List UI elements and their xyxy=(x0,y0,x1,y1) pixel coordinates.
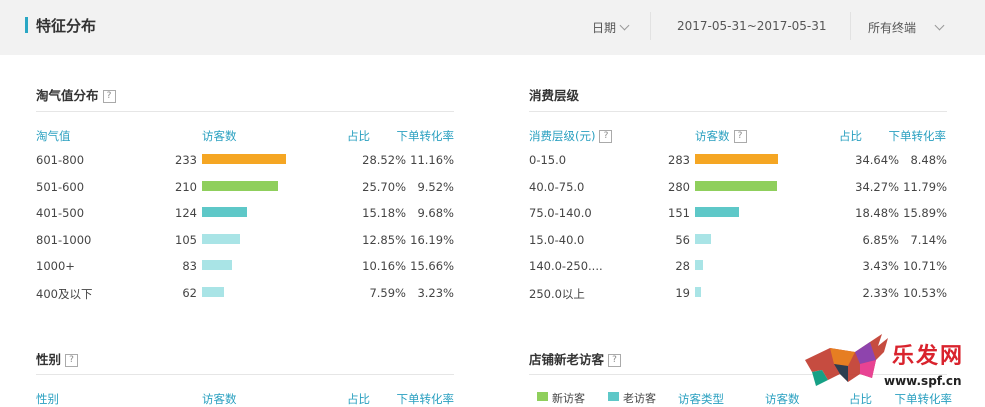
col-header-consume-level: 消费层级(元)? xyxy=(529,128,613,144)
row-label: 401-500 xyxy=(36,206,85,220)
row-conversion: 3.23% xyxy=(417,285,454,300)
row-visitors: 124 xyxy=(175,206,197,220)
col-header-visitors: 访客数? xyxy=(695,128,747,144)
row-conversion: 15.89% xyxy=(903,206,947,220)
date-range[interactable]: 2017-05-31~2017-05-31 xyxy=(677,19,827,33)
row-bar xyxy=(202,154,286,164)
col-header-visitors-text: 访客数 xyxy=(695,129,730,143)
consume-section-title: 消费层级 xyxy=(529,88,580,103)
date-dropdown-label: 日期 xyxy=(592,21,617,35)
row-visitors: 83 xyxy=(182,259,197,273)
row-label: 501-600 xyxy=(36,179,85,194)
row-conversion: 15.66% xyxy=(410,259,454,273)
col-header-share: 占比 xyxy=(347,129,370,143)
row-label: 400及以下 xyxy=(36,286,93,301)
legend-swatch-old xyxy=(608,392,619,401)
row-visitors: 19 xyxy=(675,285,690,300)
row-visitors: 105 xyxy=(175,232,197,247)
terminal-dropdown-label: 所有终端 xyxy=(868,21,917,35)
row-label: 75.0-140.0 xyxy=(529,206,592,220)
row-conversion: 9.52% xyxy=(417,179,454,194)
help-icon[interactable]: ? xyxy=(733,130,747,143)
row-label: 140.0-250.... xyxy=(529,259,603,273)
col-header-consume-level-text: 消费层级(元) xyxy=(529,129,596,143)
col-header-conversion: 下单转化率 xyxy=(888,129,947,143)
watermark-url: www.spf.cn xyxy=(884,374,962,388)
row-conversion: 10.53% xyxy=(903,285,947,300)
help-icon[interactable]: ? xyxy=(608,354,622,367)
col-header-visitors: 访客数 xyxy=(202,129,237,143)
col-header-share: 占比 xyxy=(347,392,370,406)
col-header-gender: 性别 xyxy=(36,392,59,406)
col-header-conversion: 下单转化率 xyxy=(396,392,455,406)
row-conversion: 10.71% xyxy=(903,259,947,273)
col-header-visitor-type: 访客类型 xyxy=(678,392,724,406)
row-bar xyxy=(202,286,224,297)
divider xyxy=(850,12,851,40)
row-visitors: 62 xyxy=(182,285,197,300)
row-conversion: 8.48% xyxy=(910,153,947,167)
chevron-down-icon xyxy=(619,20,630,31)
row-label: 1000+ xyxy=(36,259,75,273)
page-title: 特征分布 xyxy=(36,17,97,35)
row-label: 601-800 xyxy=(36,153,85,167)
row-bar xyxy=(202,207,247,217)
col-header-conversion: 下单转化率 xyxy=(396,129,455,143)
row-bar xyxy=(202,180,278,191)
help-icon[interactable]: ? xyxy=(102,90,116,103)
gender-section-title: 性别? xyxy=(36,349,79,368)
gender-title-text: 性别 xyxy=(36,352,62,367)
col-header-taoqi: 淘气值 xyxy=(36,129,71,143)
row-bar xyxy=(695,260,703,270)
legend-new-label: 新访客 xyxy=(552,392,585,405)
row-conversion: 11.16% xyxy=(410,153,454,167)
row-visitors: 56 xyxy=(675,232,690,247)
row-visitors: 151 xyxy=(668,206,690,220)
row-label: 40.0-75.0 xyxy=(529,179,585,194)
col-header-share: 占比 xyxy=(839,129,862,143)
row-visitors: 280 xyxy=(668,179,690,194)
section-divider xyxy=(36,374,454,375)
row-bar xyxy=(202,233,240,244)
col-header-visitors: 访客数 xyxy=(202,392,237,406)
header-bar: 特征分布 日期 2017-05-31~2017-05-31 所有终端 xyxy=(0,0,985,55)
row-label: 801-1000 xyxy=(36,232,92,247)
terminal-dropdown[interactable]: 所有终端 xyxy=(868,19,945,36)
row-conversion: 7.14% xyxy=(910,232,947,247)
legend-old-label: 老访客 xyxy=(623,392,656,405)
visitor-type-section-title: 店铺新老访客? xyxy=(529,349,622,368)
row-label: 250.0以上 xyxy=(529,286,585,301)
row-visitors: 210 xyxy=(175,179,197,194)
divider xyxy=(650,12,651,40)
row-visitors: 28 xyxy=(675,259,690,273)
row-conversion: 9.68% xyxy=(417,206,454,220)
col-header-visitors: 访客数 xyxy=(765,392,800,406)
taoqi-title-text: 淘气值分布 xyxy=(36,88,99,103)
legend-swatch-new xyxy=(537,392,548,401)
help-icon[interactable]: ? xyxy=(599,130,613,143)
row-bar xyxy=(695,207,739,217)
watermark-brand: 乐发网 xyxy=(892,343,965,369)
chevron-down-icon xyxy=(934,20,945,31)
row-bar xyxy=(695,233,711,244)
row-conversion: 11.79% xyxy=(903,179,947,194)
row-bar xyxy=(695,154,778,164)
title-accent xyxy=(25,17,28,33)
taoqi-section-title: 淘气值分布? xyxy=(36,85,116,104)
watermark-logo: 乐发网 www.spf.cn xyxy=(800,330,985,401)
row-conversion: 16.19% xyxy=(410,232,454,247)
row-bar xyxy=(202,260,232,270)
section-divider xyxy=(529,111,947,112)
row-visitors: 283 xyxy=(668,153,690,167)
visitor-type-title-text: 店铺新老访客 xyxy=(529,352,605,367)
row-bar xyxy=(695,180,777,191)
row-bar xyxy=(695,286,701,297)
help-icon[interactable]: ? xyxy=(65,354,79,367)
row-visitors: 233 xyxy=(175,153,197,167)
date-dropdown[interactable]: 日期 xyxy=(592,19,630,36)
row-label: 15.0-40.0 xyxy=(529,232,585,247)
section-divider xyxy=(36,111,454,112)
row-label: 0-15.0 xyxy=(529,153,567,167)
